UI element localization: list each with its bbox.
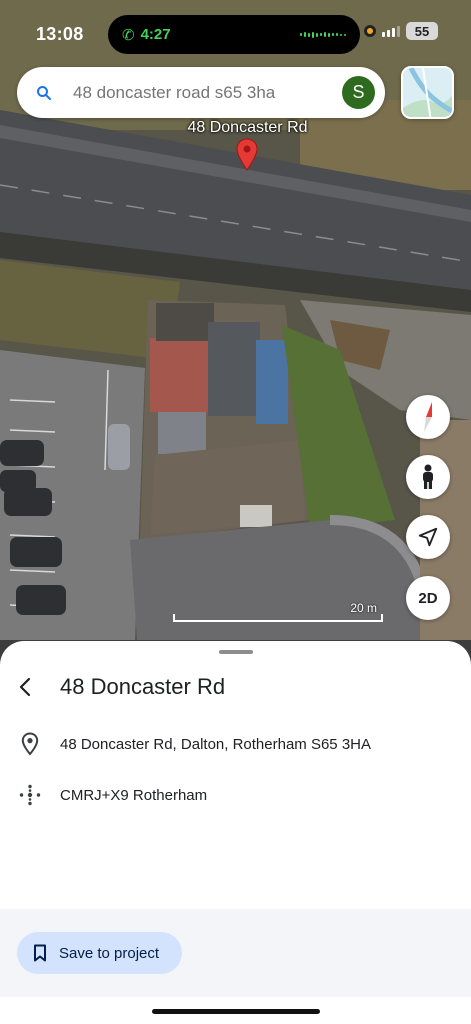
battery-indicator: 55: [406, 22, 438, 40]
status-indicators: 55: [364, 22, 438, 40]
location-pin-icon[interactable]: [236, 138, 258, 172]
plus-code-icon: [19, 784, 41, 806]
view-mode-button[interactable]: 2D: [406, 576, 450, 620]
plus-code-row[interactable]: CMRJ+X9 Rotherham: [0, 781, 471, 809]
search-input[interactable]: 48 doncaster road s65 3ha: [73, 83, 342, 103]
location-pin-icon: [21, 732, 39, 756]
compass-button[interactable]: [406, 395, 450, 439]
audio-wave-icon: [300, 31, 346, 38]
signal-icon: [382, 25, 400, 37]
scale-label: 20 m: [350, 601, 377, 615]
address-row[interactable]: 48 Doncaster Rd, Dalton, Rotherham S65 3…: [0, 730, 471, 758]
call-duration: 4:27: [140, 26, 171, 43]
back-arrow-icon: [19, 677, 31, 697]
save-to-project-button[interactable]: Save to project: [17, 932, 182, 974]
save-button-label: Save to project: [59, 944, 160, 962]
address-text: 48 Doncaster Rd, Dalton, Rotherham S65 3…: [60, 735, 371, 753]
scale-bar: [173, 614, 383, 622]
navigation-arrow-icon: [418, 527, 438, 547]
map-scale: 20 m: [173, 601, 383, 622]
pegman-icon: [423, 464, 433, 489]
street-view-button[interactable]: [406, 455, 450, 499]
map-layers-button[interactable]: [401, 66, 454, 119]
status-time: 13:08: [36, 24, 84, 44]
avatar[interactable]: S: [342, 76, 375, 109]
phone-icon: ✆: [122, 26, 135, 44]
recording-dot-icon: [364, 25, 376, 37]
search-icon[interactable]: [35, 84, 53, 102]
map-thumbnail-icon: [403, 68, 452, 117]
place-title: 48 Doncaster Rd: [60, 674, 226, 699]
compass-icon: [424, 402, 432, 432]
search-bar[interactable]: 48 doncaster road s65 3ha S: [17, 67, 385, 118]
place-sheet[interactable]: 48 Doncaster Rd 48 Doncaster Rd, Dalton,…: [0, 641, 471, 1024]
my-location-button[interactable]: [406, 515, 450, 559]
call-indicator[interactable]: ✆ 4:27: [108, 15, 360, 54]
bookmark-icon: [34, 944, 46, 962]
home-indicator[interactable]: [152, 1009, 320, 1014]
sheet-footer: Save to project: [0, 909, 471, 997]
plus-code-text: CMRJ+X9 Rotherham: [60, 786, 208, 804]
satellite-map[interactable]: 13:08 ✆ 4:27 55 48 doncaster road s65 3h…: [0, 0, 471, 680]
pin-label: 48 Doncaster Rd: [187, 119, 308, 136]
back-button[interactable]: [12, 673, 40, 701]
sheet-drag-handle[interactable]: [219, 650, 253, 654]
